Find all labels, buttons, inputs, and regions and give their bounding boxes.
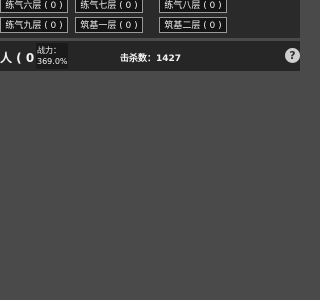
kill-count: 击杀数：1427 [120, 54, 182, 64]
realm-button-lianqi-6[interactable]: 练气六层 ( 0 ) [0, 0, 68, 13]
realm-button-lianqi-7[interactable]: 练气七层 ( 0 ) [75, 0, 143, 13]
help-icon[interactable]: ? [285, 48, 300, 63]
play-area [0, 71, 300, 300]
realm-button-lianqi-8[interactable]: 练气八层 ( 0 ) [159, 0, 227, 13]
power-box: 战力： 369.0% [36, 43, 68, 69]
realm-selector-panel: 练气六层 ( 0 ) 练气七层 ( 0 ) 练气八层 ( 0 ) 练气九层 ( … [0, 0, 300, 38]
power-label: 战力： [37, 46, 61, 55]
realm-button-lianqi-9[interactable]: 练气九层 ( 0 ) [0, 17, 68, 33]
game-screen: 练气六层 ( 0 ) 练气七层 ( 0 ) 练气八层 ( 0 ) 练气九层 ( … [0, 0, 300, 300]
realm-button-zhuji-2[interactable]: 筑基二层 ( 0 ) [159, 17, 227, 33]
realm-button-zhuji-1[interactable]: 筑基一层 ( 0 ) [75, 17, 143, 33]
power-value: 369.0% [37, 57, 68, 66]
status-bar: 人 ( 0 ) 战力： 369.0% 击杀数：1427 ? [0, 41, 300, 71]
